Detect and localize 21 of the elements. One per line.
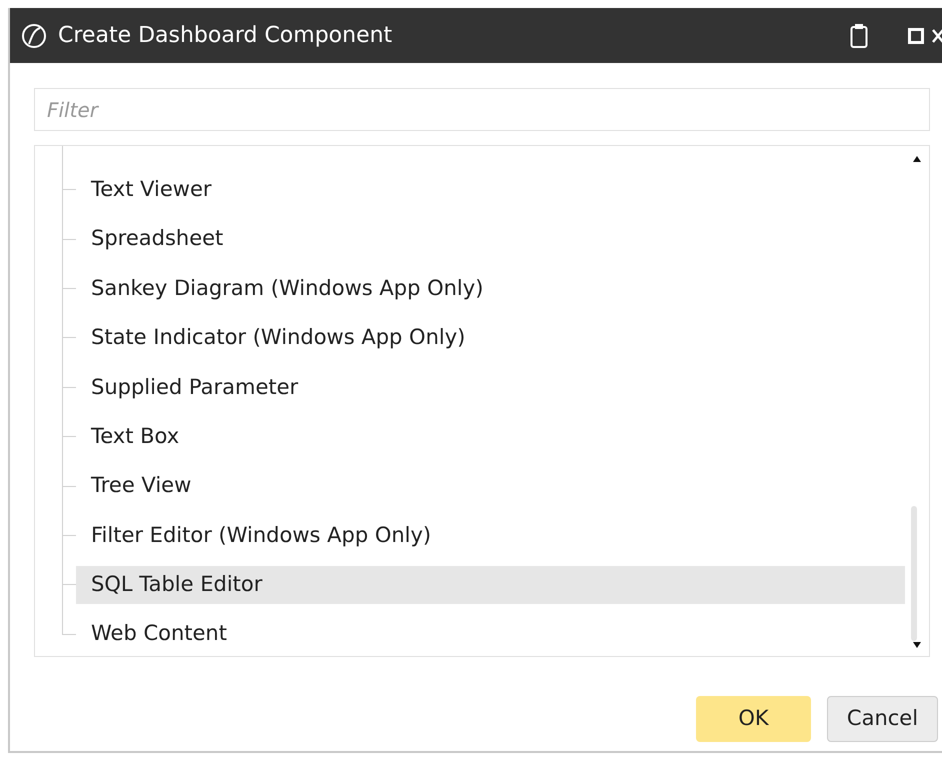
list-item[interactable]: SQL Table Editor [76, 566, 905, 604]
list-item[interactable]: Sankey Diagram (Windows App Only) [76, 269, 905, 308]
clipboard-icon[interactable] [850, 22, 868, 48]
filter-field[interactable]: Filter [34, 88, 930, 131]
window-title: Create Dashboard Component [58, 22, 394, 50]
close-icon[interactable] [932, 28, 942, 44]
list-item[interactable]: Supplied Parameter [76, 368, 905, 406]
list-item[interactable]: Spreadsheet [76, 220, 905, 258]
cancel-button[interactable]: Cancel [827, 696, 938, 742]
scroll-down-icon[interactable] [913, 642, 921, 648]
scroll-up-icon[interactable] [913, 156, 921, 162]
list-item[interactable]: Filter Editor (Windows App Only) [76, 516, 905, 554]
list-item[interactable]: Text Box [76, 418, 905, 456]
list-item[interactable]: State Indicator (Windows App Only) [76, 318, 905, 357]
maximize-icon[interactable] [908, 28, 924, 44]
scrollbar-thumb[interactable] [911, 506, 917, 641]
list-item[interactable]: Text Viewer [76, 170, 905, 209]
list-item[interactable]: Tree View [76, 467, 905, 506]
list-item[interactable]: Web Content [76, 615, 905, 654]
ok-button[interactable]: OK [696, 696, 811, 742]
logo-icon [20, 22, 48, 50]
